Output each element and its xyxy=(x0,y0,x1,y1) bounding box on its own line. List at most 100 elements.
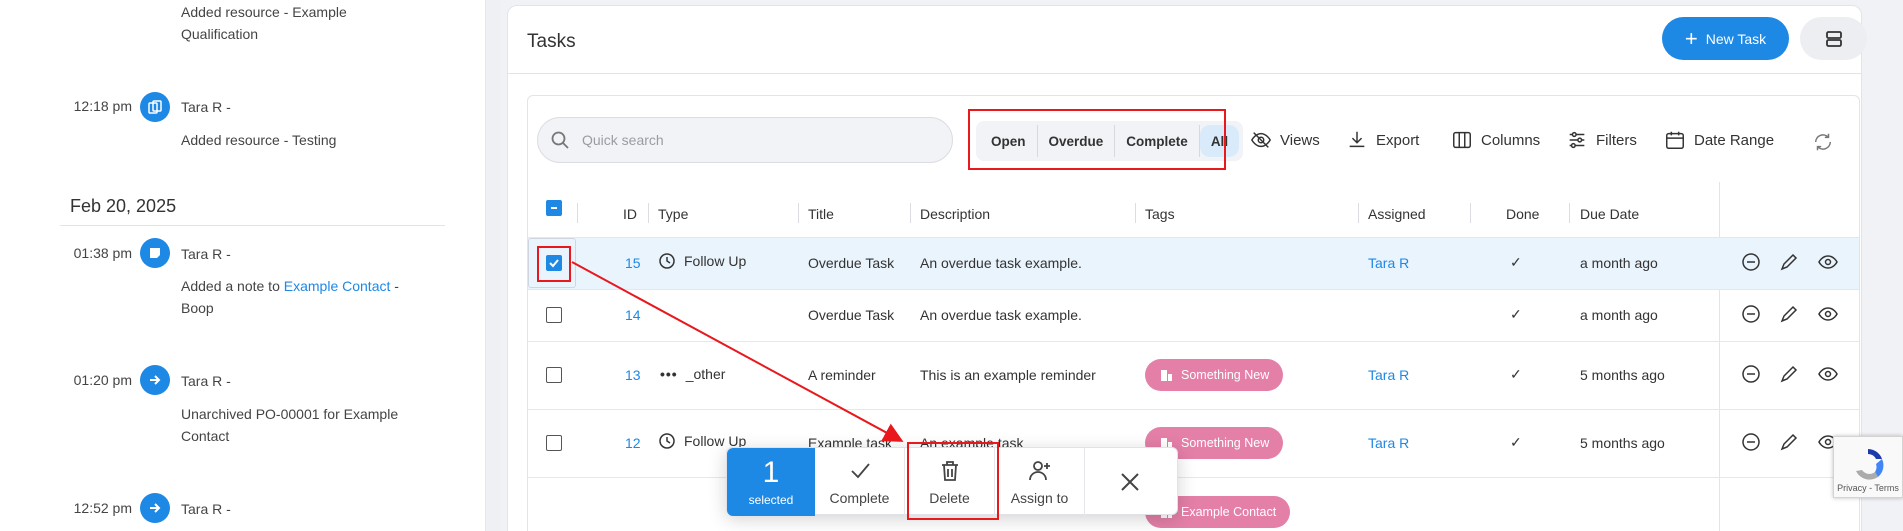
done-check-icon: ✓ xyxy=(1510,306,1522,322)
layout-icon xyxy=(1825,30,1842,47)
minus-circle-icon[interactable] xyxy=(1741,252,1761,272)
col-assigned[interactable]: Assigned xyxy=(1368,206,1426,222)
task-due-date: 5 months ago xyxy=(1580,367,1665,383)
row-checkbox[interactable] xyxy=(546,307,562,323)
selected-count-number: 1 xyxy=(762,456,780,489)
task-type: ••• _other xyxy=(660,366,725,382)
task-assigned[interactable]: Tara R xyxy=(1368,255,1409,271)
eye-icon[interactable] xyxy=(1818,304,1838,324)
task-title: Overdue Task xyxy=(808,255,895,271)
calendar-icon xyxy=(1666,131,1684,149)
minus-circle-icon[interactable] xyxy=(1741,432,1761,452)
table-row[interactable]: 13 ••• _other A reminder This is an exam… xyxy=(528,341,1859,409)
note-icon xyxy=(140,238,170,268)
col-id[interactable]: ID xyxy=(623,206,637,222)
activity-line: Boop xyxy=(181,300,214,316)
pencil-icon[interactable] xyxy=(1779,304,1799,324)
eye-icon[interactable] xyxy=(1818,252,1838,272)
columns-label: Columns xyxy=(1481,131,1541,149)
date-range-button[interactable]: Date Range xyxy=(1664,128,1774,152)
layout-toggle-button[interactable] xyxy=(1800,17,1867,60)
task-title: Overdue Task xyxy=(808,307,895,323)
divider xyxy=(508,73,1861,74)
contact-link[interactable]: Example Contact xyxy=(284,278,391,294)
column-divider xyxy=(910,203,911,223)
new-task-button[interactable]: + New Task xyxy=(1662,17,1789,60)
task-due-date: a month ago xyxy=(1580,255,1658,271)
row-checkbox[interactable] xyxy=(546,435,562,451)
activity-line: Qualification xyxy=(181,26,259,42)
col-title[interactable]: Title xyxy=(808,206,834,222)
task-assigned[interactable]: Tara R xyxy=(1368,367,1409,383)
task-id[interactable]: 15 xyxy=(625,255,641,271)
columns-button[interactable]: Columns xyxy=(1451,128,1540,152)
col-type[interactable]: Type xyxy=(658,206,688,222)
search-input[interactable] xyxy=(582,132,922,148)
col-description[interactable]: Description xyxy=(920,206,990,222)
row-checkbox[interactable] xyxy=(546,367,562,383)
app-root: Added resource - Example Qualification 1… xyxy=(0,0,1903,531)
sliders-icon xyxy=(1569,131,1585,149)
check-icon xyxy=(850,463,870,479)
tag-label: Something New xyxy=(1181,368,1270,382)
col-done[interactable]: Done xyxy=(1506,206,1539,222)
activity-time: 01:38 pm xyxy=(73,245,132,261)
task-description: This is an example reminder xyxy=(920,367,1096,383)
activity-user: Tara R - xyxy=(181,246,231,262)
filters-label: Filters xyxy=(1596,131,1637,149)
eye-off-icon xyxy=(1250,132,1272,148)
table-row[interactable]: 14 Overdue Task An overdue task example.… xyxy=(528,289,1859,341)
column-divider xyxy=(1135,203,1136,223)
task-description: An overdue task example. xyxy=(920,307,1082,323)
search-icon xyxy=(551,131,569,149)
activity-text: Unarchived PO-00001 for Example Contact xyxy=(181,403,431,447)
bulk-close-button[interactable] xyxy=(1085,448,1175,516)
bulk-assign-label: Assign to xyxy=(1010,490,1069,506)
search-box[interactable] xyxy=(537,117,953,163)
filters-button[interactable]: Filters xyxy=(1566,128,1637,152)
pencil-icon[interactable] xyxy=(1779,252,1799,272)
minus-circle-icon[interactable] xyxy=(1741,304,1761,324)
activity-user: Tara R - xyxy=(181,501,231,517)
page-title: Tasks xyxy=(527,31,576,52)
task-type-label: _other xyxy=(685,366,726,382)
bulk-complete-button[interactable]: Complete xyxy=(815,448,905,516)
task-id[interactable]: 14 xyxy=(625,307,641,323)
select-all-checkbox[interactable] xyxy=(546,200,562,216)
col-due-date[interactable]: Due Date xyxy=(1580,206,1639,222)
pencil-icon[interactable] xyxy=(1779,432,1799,452)
recaptcha-privacy-text[interactable]: Privacy - Terms xyxy=(1837,483,1899,493)
done-check-icon: ✓ xyxy=(1510,434,1522,450)
tag-label: Example Contact xyxy=(1181,505,1277,519)
selected-count: 1 selected xyxy=(727,448,815,516)
task-id[interactable]: 12 xyxy=(625,435,641,451)
refresh-icon[interactable] xyxy=(1812,131,1834,153)
highlight-box-checkbox xyxy=(537,246,571,282)
recaptcha-badge[interactable]: Privacy - Terms xyxy=(1833,436,1903,498)
export-button[interactable]: Export xyxy=(1346,128,1419,152)
column-divider xyxy=(648,203,649,223)
arrow-right-icon xyxy=(140,365,170,395)
resource-icon xyxy=(140,92,170,122)
task-type: Follow Up xyxy=(658,252,746,270)
tag-badge[interactable]: Something New xyxy=(1145,359,1284,391)
close-icon xyxy=(1121,473,1139,491)
pencil-icon[interactable] xyxy=(1779,364,1799,384)
views-button[interactable]: Views xyxy=(1250,128,1320,152)
table-row[interactable]: 15 Follow Up Overdue Task An overdue tas… xyxy=(528,237,1859,289)
task-assigned[interactable]: Tara R xyxy=(1368,435,1409,451)
task-id[interactable]: 13 xyxy=(625,367,641,383)
minus-circle-icon[interactable] xyxy=(1741,364,1761,384)
download-icon xyxy=(1349,131,1365,148)
col-tags[interactable]: Tags xyxy=(1145,206,1175,222)
columns-icon xyxy=(1453,131,1471,149)
date-heading: Feb 20, 2025 xyxy=(70,196,177,216)
highlight-box-segments xyxy=(968,109,1226,170)
table-header: ID Type Title Description Tags Assigned … xyxy=(528,193,1859,237)
bulk-assign-button[interactable]: Assign to xyxy=(995,448,1085,516)
eye-icon[interactable] xyxy=(1818,364,1838,384)
activity-line: Unarchived PO-00001 for Example xyxy=(181,406,399,422)
user-plus-icon xyxy=(1028,461,1050,481)
views-label: Views xyxy=(1280,131,1320,149)
activity-line: Contact xyxy=(181,428,230,444)
